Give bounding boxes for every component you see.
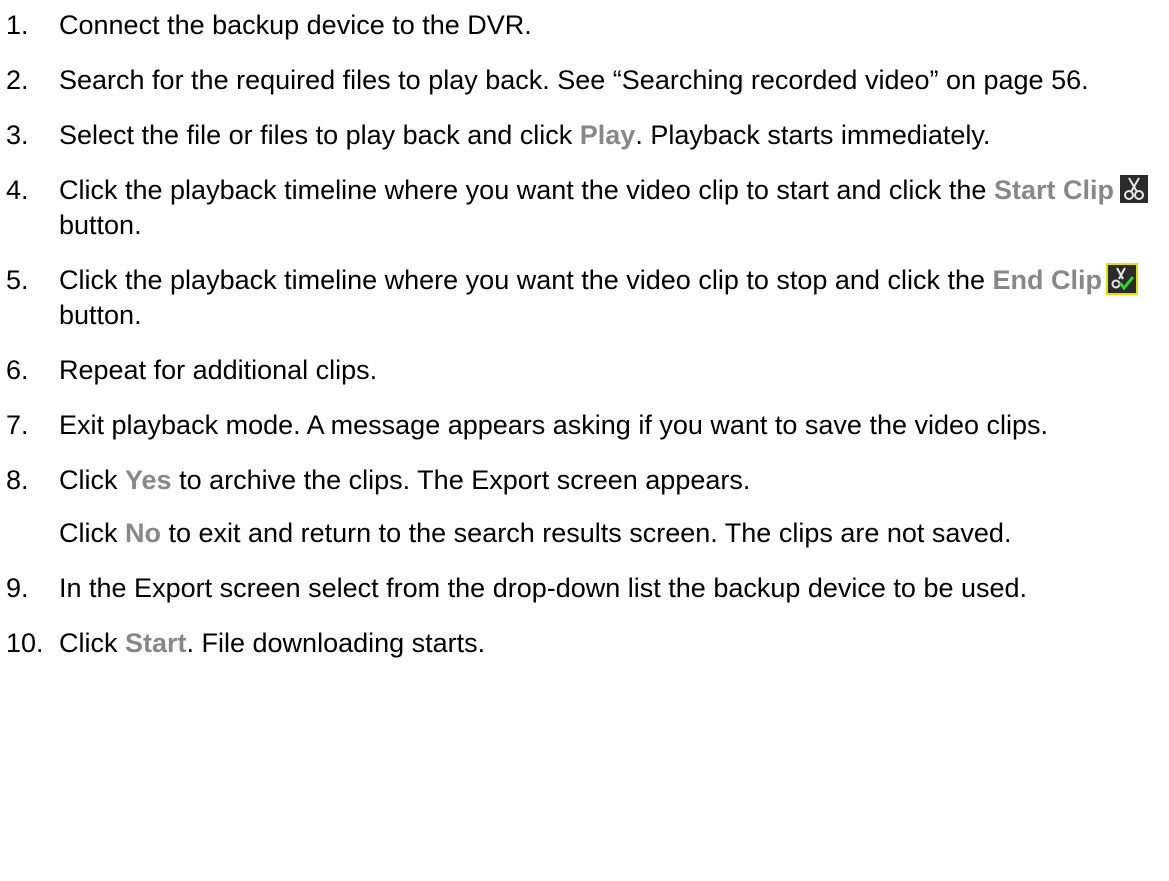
step-text: Connect the backup device to the DVR. [59, 8, 1160, 43]
text-run: Exit playback mode. A message appears as… [59, 410, 1049, 440]
text-run: Click [59, 518, 125, 548]
step-text: Click Start. File downloading starts. [59, 626, 1160, 661]
text-run: In the Export screen select from the dro… [59, 573, 1028, 603]
ui-label: No [125, 518, 161, 548]
text-run: Select the file or files to play back an… [59, 120, 580, 150]
instructions-document: 1. Connect the backup device to the DVR. 2… [0, 0, 1169, 661]
step-number: 10. [6, 628, 44, 658]
scissors-end-clip-icon [1105, 263, 1138, 295]
step-text: Search for the required files to play ba… [59, 63, 1160, 98]
step-text: Click Yes to archive the clips. The Expo… [59, 463, 1160, 498]
text-run: . Playback starts immediately. [635, 120, 991, 150]
text-run: Repeat for additional clips. [59, 355, 378, 385]
text-run: Click [59, 628, 125, 658]
step-number: 7. [6, 410, 29, 440]
step-number: 9. [6, 573, 29, 603]
list-item: 10. Click Start. File downloading starts. [0, 626, 1160, 661]
ui-label: End Clip [992, 265, 1102, 295]
text-run: button. [59, 210, 142, 240]
step-number: 5. [6, 265, 29, 295]
step-number: 2. [6, 65, 29, 95]
text-run: Search for the required files to play ba… [59, 65, 1089, 95]
list-item: 6. Repeat for additional clips. [0, 353, 1160, 388]
step-number: 1. [6, 10, 29, 40]
step-text: Click the playback timeline where you wa… [59, 173, 1160, 243]
list-item: 4. Click the playback timeline where you … [0, 173, 1160, 243]
ui-label: Start [125, 628, 187, 658]
step-number: 6. [6, 355, 29, 385]
list-item: 8. Click Yes to archive the clips. The Ex… [0, 463, 1160, 498]
text-run: Connect the backup device to the DVR. [59, 10, 532, 40]
text-run: . File downloading starts. [186, 628, 486, 658]
step-number: 3. [6, 120, 29, 150]
ui-label: Yes [125, 465, 172, 495]
list-item: 9. In the Export screen select from the d… [0, 571, 1160, 606]
scissors-start-clip-icon [1119, 175, 1148, 203]
list-item: 5. Click the playback timeline where you … [0, 263, 1160, 333]
ui-label: Play [579, 120, 636, 150]
ui-label: Start Clip [993, 175, 1114, 205]
text-run: Click [59, 465, 125, 495]
step-note: Click No to exit and return to the searc… [59, 516, 1159, 551]
list-item: 1. Connect the backup device to the DVR. [0, 8, 1160, 43]
step-number: 4. [6, 175, 29, 205]
text-run: button. [59, 300, 142, 330]
step-text: Click the playback timeline where you wa… [59, 263, 1160, 333]
step-text: In the Export screen select from the dro… [59, 571, 1160, 606]
text-run: Click the playback timeline where you wa… [59, 265, 993, 295]
text-run: Click the playback timeline where you wa… [59, 175, 994, 205]
list-item: 7. Exit playback mode. A message appears … [0, 408, 1160, 443]
text-run: to archive the clips. The Export screen … [171, 465, 751, 495]
step-number: 8. [6, 465, 29, 495]
step-text: Exit playback mode. A message appears as… [59, 408, 1160, 443]
list-item: 3. Select the file or files to play back … [0, 118, 1160, 153]
step-text: Select the file or files to play back an… [59, 118, 1160, 153]
list-item: 2. Search for the required files to play … [0, 63, 1160, 98]
step-text: Repeat for additional clips. [59, 353, 1160, 388]
text-run: to exit and return to the search results… [161, 518, 1012, 548]
